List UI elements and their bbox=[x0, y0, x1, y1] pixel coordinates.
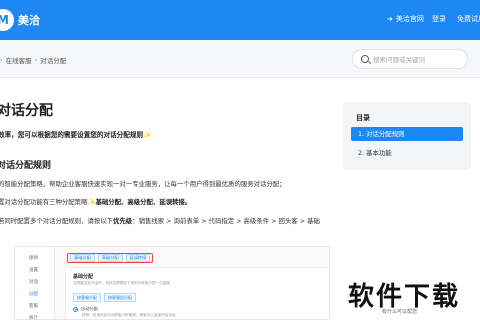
paragraph-priority-bold: 优先级 bbox=[113, 217, 133, 225]
screenshot-sidebar-item: 设置 bbox=[29, 268, 38, 273]
paragraph-priority-prefix: 若同时配置多个对话分配规则，请按以下 bbox=[0, 217, 114, 225]
section-title: 对话分配规则 bbox=[0, 161, 52, 171]
breadcrumb: › 在线客服 › 对话分配 bbox=[0, 55, 66, 65]
screenshot-radio-label: 自动分配 bbox=[81, 306, 98, 311]
paragraph-modes-bold: 基础分配、高级分配、延误转接。 bbox=[95, 198, 192, 206]
radio-icon bbox=[73, 306, 78, 312]
breadcrumb-item-online-service[interactable]: 在线客服 bbox=[6, 55, 32, 65]
nav-free-trial-link[interactable]: 免费试用 bbox=[457, 14, 480, 24]
screenshot-card-buttons: 按客服分配 按客服组分配 bbox=[73, 293, 136, 302]
screenshot-sidebar-item: 接待 bbox=[29, 256, 38, 261]
screenshot-card-button: 按客服组分配 bbox=[104, 293, 136, 302]
screenshot-radio-desc: 按照一定规则自动为顾客分配客服，顾客可以直接开始对话 bbox=[82, 313, 176, 317]
toc-item-assignment-rules[interactable]: 1. 对话分配规则 bbox=[351, 127, 463, 141]
article-intro-text: 效率，您可以根据您的需要设置您的对话分配规则 bbox=[0, 131, 144, 139]
screenshot-tab: 高级分配 bbox=[97, 254, 123, 262]
brand-logo[interactable]: M 美洽 bbox=[0, 9, 40, 31]
download-watermark: 软件下载 有什么可以帮您 bbox=[344, 274, 474, 320]
screenshot-sidebar-item-active: 分配 bbox=[29, 292, 38, 297]
breadcrumb-item-current: 对话分配 bbox=[40, 57, 67, 65]
screenshot-sidebar-item: 统计 bbox=[29, 316, 38, 320]
screenshot-settings-card: 基础分配 当顾客发起对话时，系统会根据如下规则为顾客分配一位客服 按客服分配 按… bbox=[65, 267, 329, 319]
search-box[interactable] bbox=[352, 49, 468, 69]
embedded-settings-screenshot: 接待 设置 对话 分配 客服 统计 基础分配 高级分配 延误转接 基础分配 当顾… bbox=[14, 246, 330, 320]
top-navigation-bar: M 美洽 ➜ 美洽官网 登录 免费试用 bbox=[0, 0, 480, 40]
table-of-contents: 目录 1. 对话分配规则 2. 基本功能 bbox=[343, 102, 471, 170]
screenshot-card-button: 按客服分配 bbox=[73, 293, 101, 302]
nav-official-site-link[interactable]: ➜ 美洽官网 bbox=[387, 14, 424, 24]
screenshot-sidebar-item: 客服 bbox=[29, 304, 38, 309]
article-content: 对话分配 效率，您可以根据您的需要设置您的对话分配规则✨ 对话分配规则 的智能分… bbox=[0, 78, 335, 320]
sparkle-icon: ✨ bbox=[143, 131, 152, 139]
search-icon bbox=[361, 55, 369, 63]
paragraph-priority: 若同时配置多个对话分配规则，请按以下优先级：销售线索 > 询前表单 > 代码指定… bbox=[0, 216, 320, 225]
search-input[interactable] bbox=[373, 53, 463, 66]
paragraph-modes: 置对话分配功能有三种分配策略✨基础分配、高级分配、延误转接。 bbox=[0, 197, 191, 206]
breadcrumb-separator: › bbox=[0, 56, 3, 64]
screenshot-sidebar-item: 对话 bbox=[29, 280, 38, 285]
paragraph-strategy: 的智能分配策略，帮助企业客服快速实现一对一专业服务，让每一个用户得到最优质的服务… bbox=[0, 180, 286, 188]
article-intro: 效率，您可以根据您的需要设置您的对话分配规则✨ bbox=[0, 129, 151, 139]
screenshot-sidebar: 接待 设置 对话 分配 客服 统计 bbox=[15, 247, 55, 320]
nav-official-site-label: 美洽官网 bbox=[395, 15, 424, 23]
screenshot-tab: 延误转接 bbox=[125, 254, 151, 262]
brand-mark-icon: M bbox=[0, 9, 14, 31]
toc-item-basic-features[interactable]: 2. 基本功能 bbox=[351, 146, 463, 160]
watermark-subtitle: 有什么可以帮您 bbox=[382, 309, 418, 315]
screenshot-radio-option: 自动分配 bbox=[73, 306, 98, 312]
breadcrumb-separator: › bbox=[34, 56, 38, 64]
breadcrumb-bar: › 在线客服 › 对话分配 bbox=[0, 40, 480, 78]
paragraph-modes-text: 置对话分配功能有三种分配策略 bbox=[0, 198, 88, 206]
brand-name: 美洽 bbox=[18, 14, 40, 27]
nav-login-link[interactable]: 登录 bbox=[432, 14, 446, 24]
screenshot-card-note: 当顾客发起对话时，系统会根据如下规则为顾客分配一位客服 bbox=[73, 281, 171, 285]
toc-title: 目录 bbox=[356, 114, 370, 122]
paragraph-priority-suffix: ：销售线索 > 询前表单 > 代码指定 > 高级条件 > 回头客 > 基础 bbox=[132, 217, 320, 225]
screenshot-tabs-highlight: 基础分配 高级分配 延误转接 bbox=[67, 253, 154, 263]
screenshot-tab: 基础分配 bbox=[70, 254, 95, 262]
screenshot-card-title: 基础分配 bbox=[73, 274, 94, 280]
arrow-right-icon: ➜ bbox=[387, 15, 393, 23]
page-title: 对话分配 bbox=[0, 103, 53, 119]
